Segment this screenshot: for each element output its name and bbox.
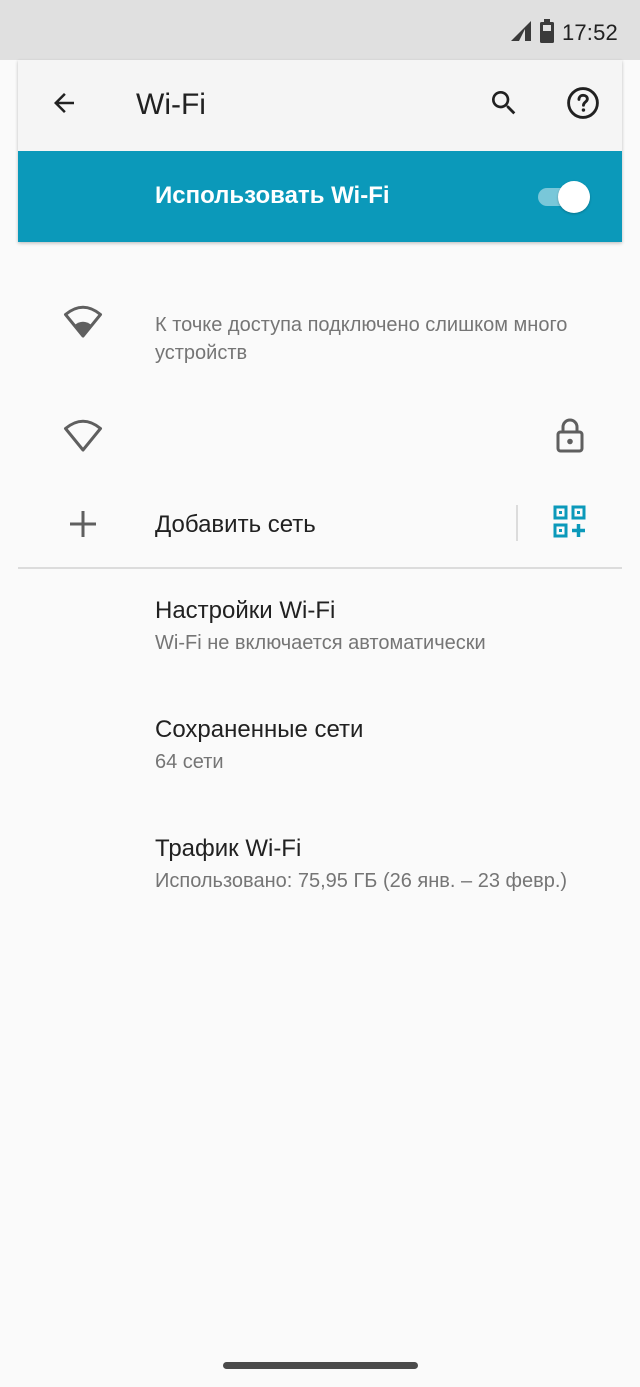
wifi-traffic-subtitle: Использовано: 75,95 ГБ (26 янв. – 23 фев… (155, 870, 568, 892)
saved-networks-item[interactable]: Сохраненные сети 64 сети (0, 704, 640, 804)
lock-icon (552, 416, 588, 454)
network-status: К точке доступа подключено слишком много… (155, 314, 568, 364)
search-button[interactable] (482, 83, 526, 127)
help-button[interactable] (561, 83, 605, 127)
saved-networks-subtitle: 64 сети (155, 751, 224, 773)
help-icon (565, 85, 601, 126)
wifi-icon (60, 412, 106, 458)
network-item[interactable]: К точке доступа подключено слишком много… (0, 280, 640, 380)
toolbar: Wi-Fi (18, 60, 622, 151)
gesture-nav-handle[interactable] (223, 1362, 418, 1369)
app-bar: Wi-Fi Использовать Wi-Fi (18, 60, 622, 242)
section-divider (18, 567, 622, 569)
use-wifi-switch-bar[interactable]: Использовать Wi-Fi (18, 151, 622, 242)
back-button[interactable] (42, 83, 86, 127)
wifi-toggle[interactable] (538, 179, 592, 215)
add-network-row[interactable]: Добавить сеть (0, 485, 640, 563)
add-network-label: Добавить сеть (155, 511, 316, 538)
search-icon (488, 87, 520, 124)
qr-scan-icon (553, 505, 587, 544)
status-icons: 17:52 (510, 18, 618, 48)
page-title: Wi-Fi (136, 88, 206, 121)
plus-icon (60, 501, 106, 547)
toggle-thumb (558, 181, 590, 213)
qr-scan-button[interactable] (549, 503, 591, 545)
network-item[interactable] (0, 395, 640, 475)
vertical-divider (516, 505, 518, 541)
arrow-back-icon (49, 88, 79, 123)
battery-icon (539, 18, 554, 48)
wifi-settings-title: Настройки Wi-Fi (155, 597, 336, 624)
wifi-settings-subtitle: Wi-Fi не включается автоматически (155, 632, 486, 654)
cell-signal-icon (510, 20, 532, 47)
wifi-traffic-title: Трафик Wi-Fi (155, 835, 302, 862)
wifi-signal-icon (60, 298, 106, 344)
use-wifi-label: Использовать Wi-Fi (155, 182, 390, 209)
status-bar: 17:52 (0, 0, 640, 60)
saved-networks-title: Сохраненные сети (155, 716, 364, 743)
wifi-settings-item[interactable]: Настройки Wi-Fi Wi-Fi не включается авто… (0, 585, 640, 685)
wifi-traffic-item[interactable]: Трафик Wi-Fi Использовано: 75,95 ГБ (26 … (0, 823, 640, 943)
status-time: 17:52 (561, 20, 618, 45)
